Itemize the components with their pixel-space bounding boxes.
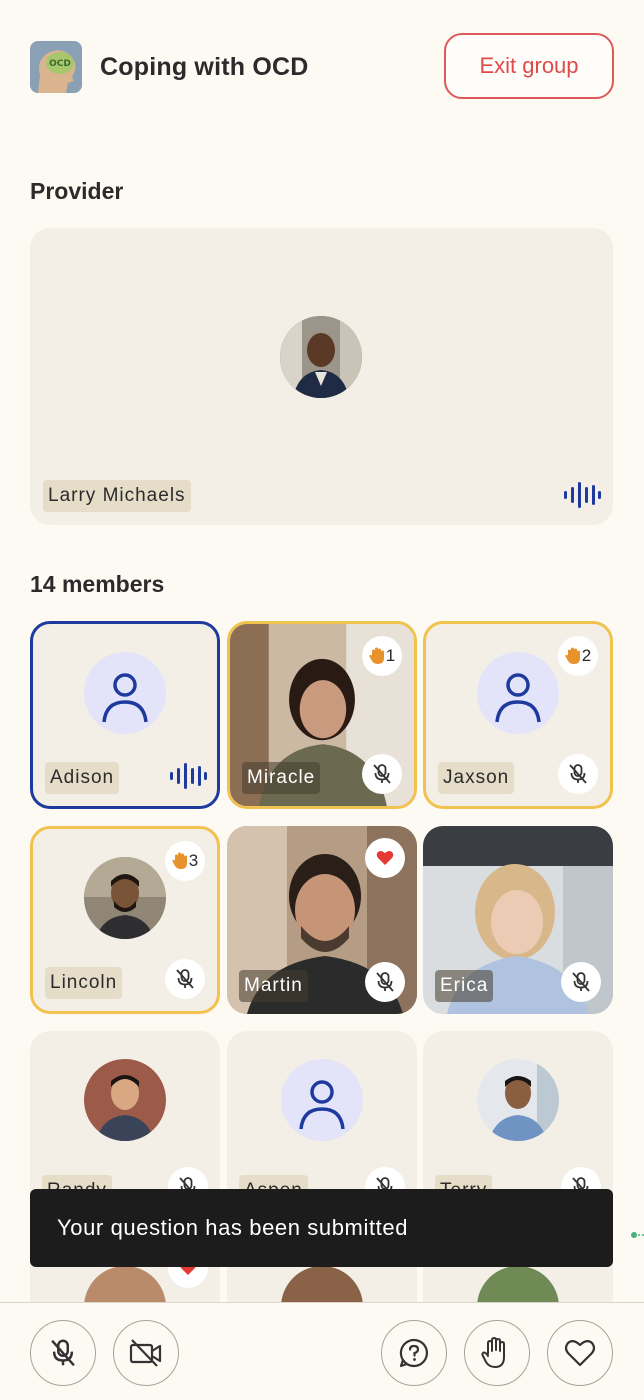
muted-badge <box>362 754 402 794</box>
member-tile-adison[interactable]: Adison <box>30 621 220 809</box>
mic-off-icon <box>51 1339 75 1367</box>
exit-group-button[interactable]: Exit group <box>444 33 614 99</box>
avatar <box>84 1059 166 1141</box>
member-tile-lincoln[interactable]: 3 Lincoln <box>30 826 220 1014</box>
members-section-title: 14 members <box>30 571 165 597</box>
mic-off-icon <box>572 972 590 992</box>
member-name-tag: Lincoln <box>45 967 123 999</box>
user-icon <box>299 1080 345 1130</box>
avatar <box>84 652 166 734</box>
raise-hand-button[interactable] <box>464 1320 530 1386</box>
raised-hand-icon <box>369 647 384 664</box>
user-icon <box>102 673 148 723</box>
muted-badge <box>365 962 405 1002</box>
header: OCD Coping with OCD Exit group <box>30 33 614 99</box>
send-heart-button[interactable] <box>547 1320 613 1386</box>
avatar <box>84 857 166 939</box>
member-name-tag: Miracle <box>242 762 321 794</box>
mic-off-icon <box>176 969 194 989</box>
provider-section-title: Provider <box>30 178 124 204</box>
member-name-tag: Jaxson <box>438 762 515 794</box>
ask-question-button[interactable] <box>381 1320 447 1386</box>
heart-icon <box>376 850 394 865</box>
mic-off-icon <box>376 972 394 992</box>
member-tile-jaxson[interactable]: 2 Jaxson <box>423 621 613 809</box>
raise-hand-icon <box>481 1337 505 1368</box>
avatar <box>84 1266 166 1302</box>
member-tile-erica[interactable]: Erica <box>423 826 613 1014</box>
speaking-wave-icon <box>170 763 207 789</box>
member-name-tag: Adison <box>45 762 120 794</box>
call-toolbar <box>0 1302 644 1400</box>
raised-hand-badge: 2 <box>558 636 598 676</box>
raised-hand-icon <box>565 647 580 664</box>
heart-icon <box>564 1340 596 1367</box>
mic-off-icon <box>569 764 587 784</box>
provider-tile[interactable]: Larry Michaels <box>30 228 613 525</box>
member-name-tag: Erica <box>435 970 494 1002</box>
toast-notification: Your question has been submitted <box>30 1189 613 1267</box>
provider-name-tag: Larry Michaels <box>43 480 191 512</box>
scroll-indicator-icon <box>631 1232 644 1238</box>
mute-button[interactable] <box>30 1320 96 1386</box>
question-icon <box>399 1338 429 1368</box>
raised-hand-badge: 3 <box>165 841 205 881</box>
camera-off-icon <box>129 1339 162 1367</box>
avatar <box>281 1266 363 1302</box>
camera-toggle-button[interactable] <box>113 1320 179 1386</box>
raised-hand-icon <box>172 852 187 869</box>
member-name-tag: Martin <box>239 970 308 1002</box>
heart-reaction-badge <box>365 838 405 878</box>
group-logo: OCD <box>30 41 82 93</box>
avatar <box>477 1059 559 1141</box>
member-tile-martin[interactable]: Martin <box>227 826 417 1014</box>
avatar <box>281 1059 363 1141</box>
muted-badge <box>561 962 601 1002</box>
group-title: Coping with OCD <box>100 53 309 81</box>
toast-message: Your question has been submitted <box>57 1215 409 1240</box>
speaking-wave-icon <box>564 482 601 508</box>
mic-off-icon <box>373 764 391 784</box>
provider-avatar <box>280 316 362 398</box>
raised-hand-badge: 1 <box>362 636 402 676</box>
muted-badge <box>165 959 205 999</box>
member-tile-miracle[interactable]: 1 Miracle <box>227 621 417 809</box>
svg-text:OCD: OCD <box>49 59 71 69</box>
user-icon <box>495 673 541 723</box>
muted-badge <box>558 754 598 794</box>
avatar <box>477 652 559 734</box>
avatar <box>477 1266 559 1302</box>
